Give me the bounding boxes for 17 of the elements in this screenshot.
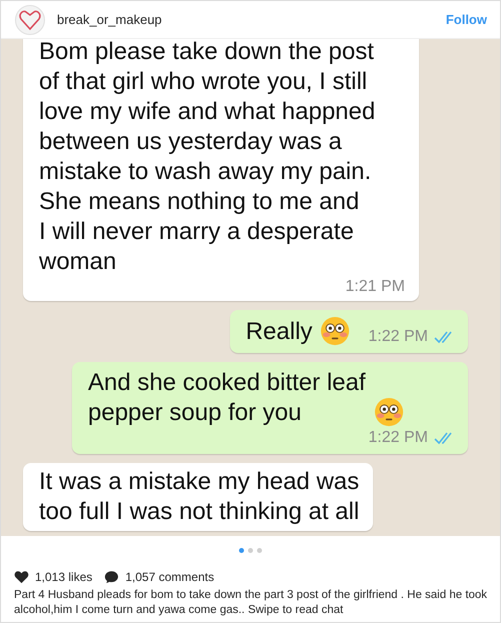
message-time: 1:22 PM xyxy=(368,428,428,448)
carousel-dot[interactable] xyxy=(248,548,253,552)
carousel-dot[interactable] xyxy=(257,548,262,552)
message-text: Bom please take down the post of that girl who wrote you, I still love my wife and what happned between us yesterday was a mistake to wash away my pain. She means nothing to me and I will never marry a desperate woman xyxy=(39,39,376,277)
message-text: Really xyxy=(246,317,312,347)
avatar-icon[interactable] xyxy=(15,4,45,34)
carousel-dot[interactable] xyxy=(239,548,244,552)
post-caption: Part 4 Husband pleads for bom to take down the part 3 post of the girlfriend . He said he took alcohol,him I come turn and yawa come gas.. Swipe to read chat xyxy=(14,588,488,618)
message-time: 1:22 PM xyxy=(368,327,428,347)
message-text: And she cooked bitter leaf pepper soup for you xyxy=(88,368,366,428)
likes-count: 1,013 likes xyxy=(35,570,92,584)
comment-icon[interactable] xyxy=(104,570,120,584)
username[interactable]: break_or_makeup xyxy=(57,12,434,27)
message-text: It was a mistake my head was too full I was not thinking at all xyxy=(39,467,360,527)
comments-count: 1,057 comments xyxy=(125,570,214,584)
heart-icon[interactable] xyxy=(14,570,29,584)
message-time: 1:21 PM xyxy=(345,277,405,297)
